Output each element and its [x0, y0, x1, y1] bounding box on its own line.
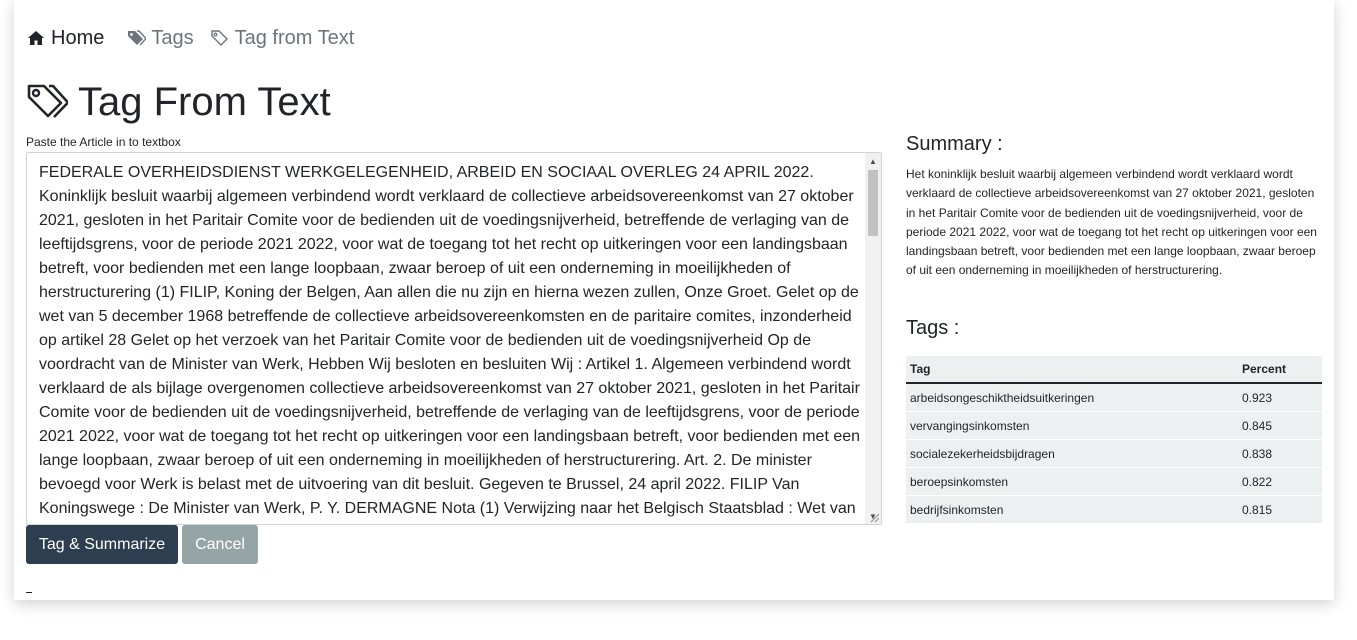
table-row: beroepsinkomsten 0.822 [906, 467, 1322, 496]
tags-heading: Tags : [906, 317, 960, 339]
column-header-tag: Tag [906, 356, 1238, 384]
scrollbar-thumb[interactable] [868, 170, 878, 236]
article-text[interactable]: FEDERALE OVERHEIDSDIENST WERKGELEGENHEID… [27, 153, 865, 524]
tag-cell: arbeidsongeschiktheidsuitkeringen [906, 383, 1238, 412]
breadcrumb-tags[interactable]: Tags [126, 26, 194, 50]
percent-cell: 0.822 [1238, 467, 1322, 496]
tag-summarize-button[interactable]: Tag & Summarize [26, 525, 178, 564]
table-row: vervangingsinkomsten 0.845 [906, 411, 1322, 440]
tag-cell: bedrijfsinkomsten [906, 495, 1238, 524]
tags-icon [126, 28, 147, 48]
tags-icon [26, 81, 68, 123]
breadcrumb-tag-from-text[interactable]: Tag from Text [210, 26, 355, 50]
table-header-row: Tag Percent [906, 356, 1322, 384]
percent-cell: 0.838 [1238, 439, 1322, 468]
cancel-button[interactable]: Cancel [182, 525, 258, 564]
column-header-percent: Percent [1238, 356, 1322, 384]
summary-heading: Summary : [906, 133, 1003, 155]
article-textbox-label: Paste the Article in to textbox [26, 135, 181, 149]
breadcrumb-home-label: Home [51, 26, 105, 49]
tag-cell: beroepsinkomsten [906, 467, 1238, 496]
table-row: arbeidsongeschiktheidsuitkeringen 0.923 [906, 383, 1322, 412]
tag-cell: socialezekerheidsbijdragen [906, 439, 1238, 468]
table-row: bedrijfsinkomsten 0.815 [906, 495, 1322, 524]
divider [26, 592, 32, 593]
percent-cell: 0.845 [1238, 411, 1322, 440]
resize-grip-icon[interactable] [868, 511, 880, 523]
page-title: Tag From Text [78, 79, 331, 124]
tags-table: Tag Percent arbeidsongeschiktheidsuitker… [906, 356, 1322, 524]
tag-icon [210, 28, 230, 48]
percent-cell: 0.923 [1238, 383, 1322, 412]
textbox-scrollbar[interactable]: ▲ ▼ [865, 153, 881, 524]
breadcrumb-home[interactable]: Home [26, 27, 104, 50]
page-card: Home Tags Tag from Text Tag From Text Pa… [14, 0, 1334, 600]
summary-text: Het koninklijk besluit waarbij algemeen … [906, 167, 1317, 278]
page-header: Tag From Text [26, 78, 331, 126]
percent-cell: 0.815 [1238, 495, 1322, 524]
breadcrumb-tags-label: Tags [151, 26, 194, 49]
breadcrumb-tag-from-text-label: Tag from Text [234, 26, 355, 49]
breadcrumb: Home Tags Tag from Text [26, 26, 370, 50]
home-icon [26, 28, 46, 48]
article-textbox[interactable]: FEDERALE OVERHEIDSDIENST WERKGELEGENHEID… [26, 152, 882, 525]
table-row: socialezekerheidsbijdragen 0.838 [906, 439, 1322, 468]
scroll-up-arrow-icon[interactable]: ▲ [865, 153, 881, 169]
tag-cell: vervangingsinkomsten [906, 411, 1238, 440]
